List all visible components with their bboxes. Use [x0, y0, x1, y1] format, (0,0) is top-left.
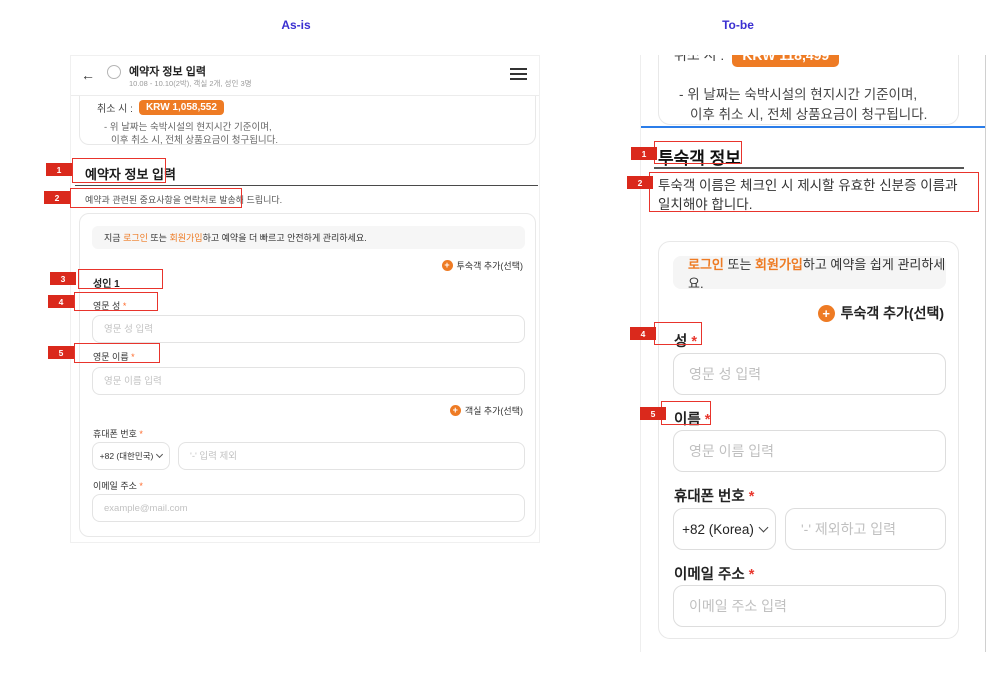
annotation-badge-2: 2	[627, 176, 653, 189]
cancel-note-line2: 이후 취소 시, 전체 상품요금이 청구됩니다.	[111, 135, 279, 146]
cancel-label: 취소 시 :	[97, 104, 133, 115]
email-input[interactable]	[92, 494, 525, 522]
first-name-label: 영문 이름 *	[93, 352, 135, 362]
login-notice-prefix: 지금	[104, 233, 124, 243]
annotation-badge-1: 1	[46, 163, 72, 176]
login-notice: 로그인 또는 회원가입하고 예약을 쉽게 관리하세요.	[673, 256, 946, 291]
annotation-badge-1: 1	[631, 147, 657, 160]
cancel-amount-badge: KRW 118,499	[732, 55, 840, 67]
as-is-screenshot: ← 예약자 정보 입력 10.08 - 10.10(2박), 객실 2개, 성인…	[70, 55, 540, 543]
guest-number-label: 성인 1	[93, 279, 120, 290]
required-asterisk: *	[139, 481, 143, 491]
section-title: 예약자 정보 입력	[85, 167, 176, 182]
email-label: 이메일 주소 *	[93, 481, 143, 491]
last-name-input[interactable]	[92, 315, 525, 343]
annotation-badge-3: 3	[50, 272, 76, 285]
back-arrow-icon[interactable]: ←	[81, 67, 95, 83]
to-be-screenshot: 취소 시 : KRW 118,499 - 위 날짜는 숙박시설의 현지시간 기준…	[640, 55, 986, 652]
cancel-note-line1: - 위 날짜는 숙박시설의 현지시간 기준이며,	[104, 122, 272, 133]
plus-icon: +	[817, 304, 835, 322]
annotation-badge-5: 5	[640, 407, 666, 420]
annotation-badge-2: 2	[44, 191, 70, 204]
last-name-input[interactable]	[673, 353, 946, 395]
required-asterisk: *	[748, 489, 755, 505]
login-notice-middle: 또는	[147, 233, 170, 243]
last-name-label: 영문 성 *	[93, 301, 127, 311]
required-asterisk: *	[122, 301, 127, 311]
plus-icon: +	[441, 260, 453, 271]
section-description: 투숙객 이름은 체크인 시 제시할 유효한 신분증 이름과 일치해야 합니다.	[658, 178, 958, 212]
add-guest-label: 투숙객 추가(선택)	[456, 261, 523, 271]
as-is-label: As-is	[281, 18, 311, 32]
signup-link[interactable]: 회원가입	[169, 233, 202, 243]
section-description: 예약과 관련된 중요사항을 연락처로 발송해 드립니다.	[85, 195, 283, 205]
cancel-note-line2: 이후 취소 시, 전체 상품요금이 청구됩니다.	[690, 107, 928, 122]
phone-input[interactable]	[785, 508, 946, 550]
phone-input[interactable]	[178, 442, 525, 470]
email-label: 이메일 주소 *	[674, 567, 755, 583]
login-link[interactable]: 로그인	[688, 257, 724, 272]
add-room-label: 객실 추가(선택)	[464, 406, 523, 416]
add-guest-label: 투숙객 추가(선택)	[840, 305, 944, 321]
first-name-input[interactable]	[92, 367, 525, 395]
email-input[interactable]	[673, 585, 946, 627]
blue-divider	[641, 126, 985, 128]
required-asterisk: *	[704, 412, 711, 428]
first-name-input[interactable]	[673, 430, 946, 472]
signup-link[interactable]: 회원가입	[755, 257, 803, 272]
last-name-label: 성 *	[674, 334, 698, 350]
required-asterisk: *	[691, 334, 698, 350]
app-header: ← 예약자 정보 입력 10.08 - 10.10(2박), 객실 2개, 성인…	[71, 56, 539, 96]
booking-summary: 10.08 - 10.10(2박), 객실 2개, 성인 3명	[129, 79, 252, 88]
guest-form-card: 지금 로그인 또는 회원가입하고 예약을 더 빠르고 안전하게 관리하세요. +…	[79, 213, 536, 537]
cancel-note-line1: - 위 날짜는 숙박시설의 현지시간 기준이며,	[679, 87, 918, 102]
plus-icon: +	[449, 405, 461, 416]
page-title: 예약자 정보 입력	[129, 66, 206, 78]
required-asterisk: *	[139, 429, 143, 439]
add-guest-button[interactable]: + 투숙객 추가(선택)	[817, 303, 944, 323]
cancel-policy-card: 취소 시 : KRW 118,499 - 위 날짜는 숙박시설의 현지시간 기준…	[658, 55, 959, 125]
section-title: 투숙객 정보	[658, 149, 741, 168]
login-link[interactable]: 로그인	[123, 233, 148, 243]
chevron-down-icon	[758, 522, 769, 532]
add-guest-button[interactable]: + 투숙객 추가(선택)	[441, 259, 523, 272]
phone-label: 휴대폰 번호 *	[93, 429, 143, 439]
cancel-label: 취소 시 :	[674, 55, 725, 63]
to-be-label: To-be	[722, 18, 754, 32]
annotation-badge-4: 4	[48, 295, 74, 308]
required-asterisk: *	[748, 567, 755, 583]
cancel-policy-card: 취소 시 : KRW 1,058,552 - 위 날짜는 숙박시설의 현지시간 …	[79, 96, 536, 146]
login-notice-middle: 또는	[723, 256, 756, 272]
section-divider	[654, 167, 964, 169]
login-notice-suffix: 하고 예약을 더 빠르고 안전하게 관리하세요.	[202, 233, 367, 243]
phone-label: 휴대폰 번호 *	[674, 489, 755, 505]
login-notice: 지금 로그인 또는 회원가입하고 예약을 더 빠르고 안전하게 관리하세요.	[92, 226, 525, 249]
required-asterisk: *	[131, 352, 135, 362]
annotation-badge-4: 4	[630, 327, 656, 340]
cancel-amount-badge: KRW 1,058,552	[138, 100, 224, 115]
hamburger-menu-icon[interactable]	[510, 68, 527, 83]
guest-form-card: 로그인 또는 회원가입하고 예약을 쉽게 관리하세요. + 투숙객 추가(선택)…	[658, 241, 959, 639]
add-room-button[interactable]: + 객실 추가(선택)	[449, 404, 523, 417]
brand-icon	[107, 65, 121, 79]
annotation-badge-5: 5	[48, 346, 74, 359]
country-code-select[interactable]: +82 (대한민국)	[92, 442, 170, 470]
section-divider	[75, 185, 538, 186]
chevron-down-icon	[156, 450, 164, 459]
first-name-label: 이름 *	[674, 412, 711, 428]
country-code-select[interactable]: +82 (Korea)	[673, 508, 776, 550]
